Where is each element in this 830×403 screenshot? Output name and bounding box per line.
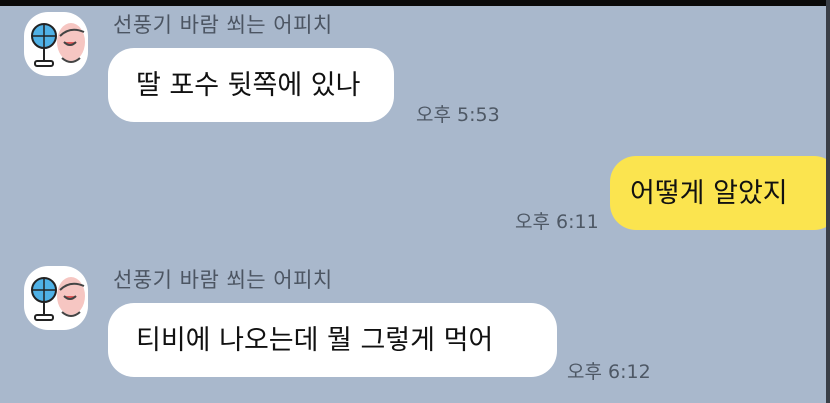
outgoing-message-bubble[interactable]: 어떻게 알았지 <box>610 156 830 230</box>
edge-shadow <box>826 0 830 403</box>
message-time: 오후 6:12 <box>567 361 651 383</box>
message-text: 딸 포수 뒷쪽에 있나 <box>136 69 361 101</box>
message-text: 티비에 나오는데 뭘 그렇게 먹어 <box>136 324 494 356</box>
sender-name: 선풍기 바람 쐬는 어피치 <box>113 13 333 37</box>
sender-avatar[interactable] <box>24 266 88 330</box>
incoming-message-bubble[interactable]: 딸 포수 뒷쪽에 있나 <box>108 48 394 122</box>
sender-avatar[interactable] <box>24 12 88 76</box>
chat-room: 선풍기 바람 쐬는 어피치 딸 포수 뒷쪽에 있나 오후 5:53 어떻게 알았… <box>0 0 830 403</box>
apeach-fan-icon <box>31 23 85 67</box>
apeach-fan-icon <box>31 277 85 321</box>
message-time: 오후 6:11 <box>515 211 599 233</box>
message-time: 오후 5:53 <box>416 104 500 126</box>
incoming-message-bubble[interactable]: 티비에 나오는데 뭘 그렇게 먹어 <box>108 303 557 377</box>
top-bar <box>0 0 830 6</box>
sender-name: 선풍기 바람 쐬는 어피치 <box>113 268 333 292</box>
message-text: 어떻게 알았지 <box>630 177 788 209</box>
